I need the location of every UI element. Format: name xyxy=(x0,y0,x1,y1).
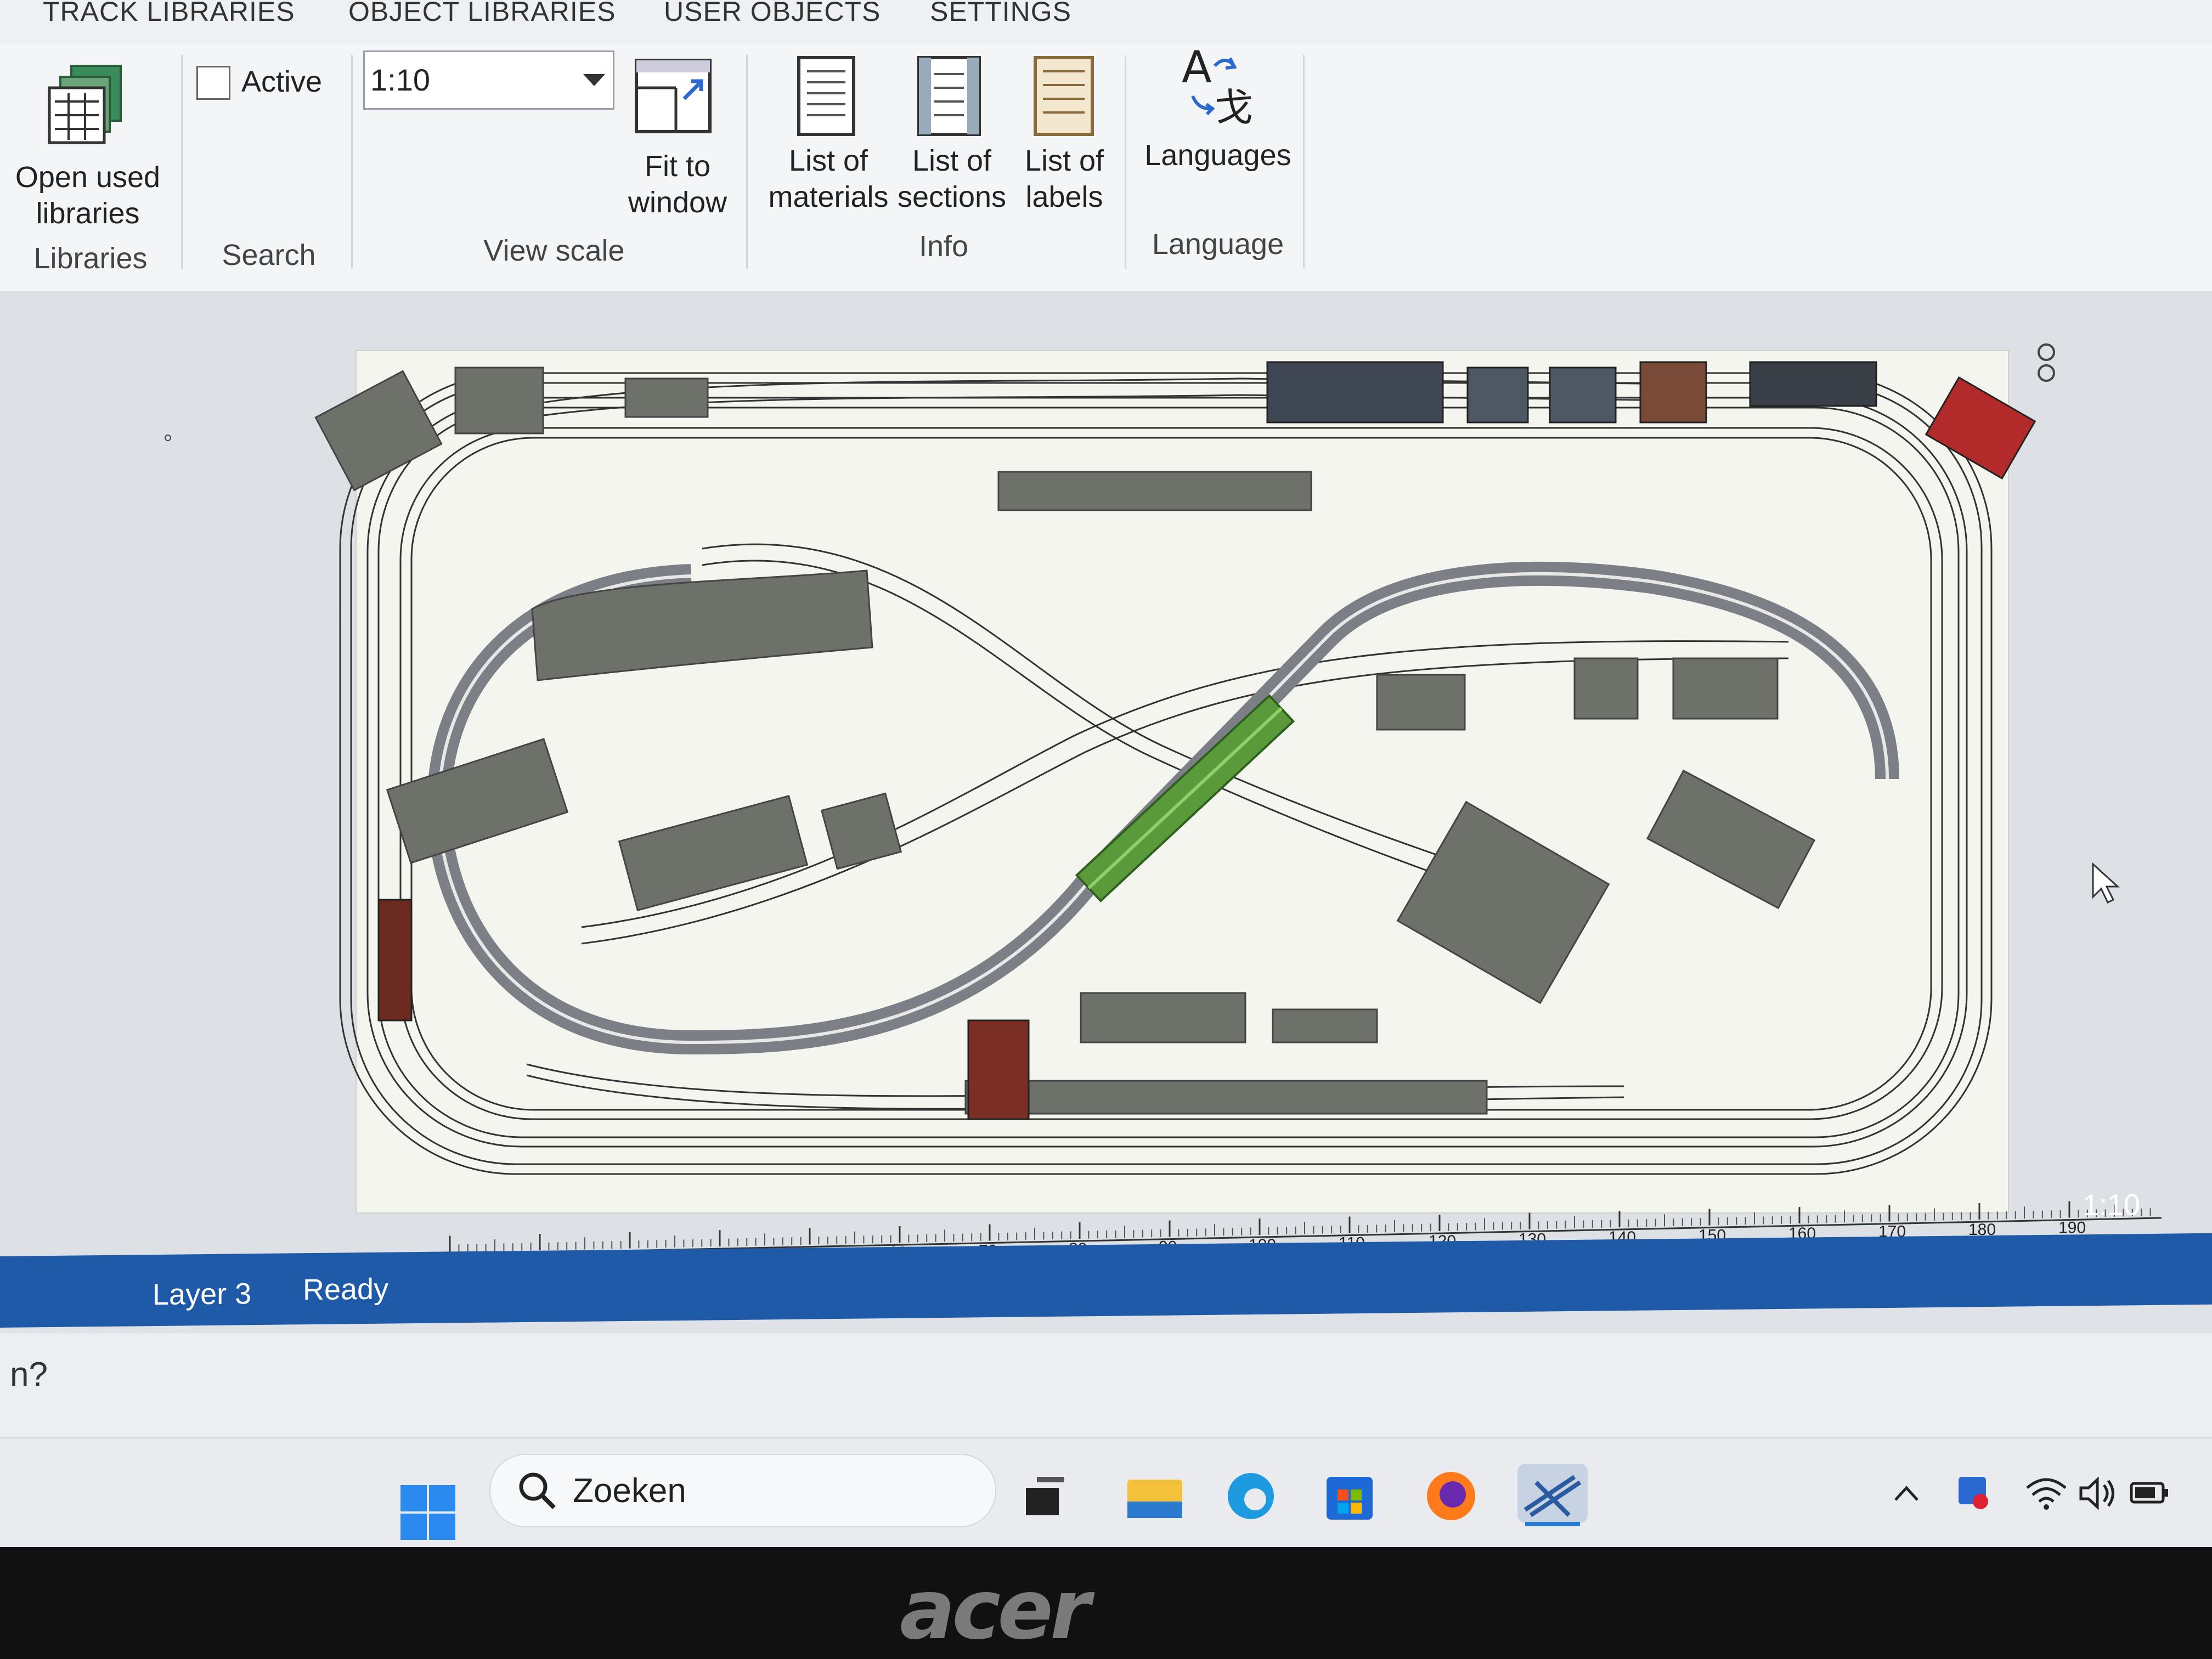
search-placeholder: Zoeken xyxy=(573,1472,686,1510)
building[interactable] xyxy=(997,471,1312,511)
building[interactable] xyxy=(1080,992,1246,1043)
track-layout-plan[interactable] xyxy=(307,351,2052,1196)
status-layer[interactable]: Layer 3 xyxy=(153,1277,251,1312)
group-label-search: Search xyxy=(222,239,316,272)
train-wagon[interactable] xyxy=(1266,361,1444,424)
search-active-label: Active xyxy=(241,65,323,98)
sections-list-icon xyxy=(917,56,981,136)
task-view-icon[interactable] xyxy=(1020,1471,1070,1521)
list-of-materials-label-2: materials xyxy=(768,180,889,213)
brown-wagon[interactable] xyxy=(377,899,413,1022)
fit-window-icon xyxy=(635,59,712,133)
status-scale: 1:10 xyxy=(2083,1188,2141,1222)
ribbon-separator xyxy=(1303,55,1305,269)
taskbar-search-box[interactable]: Zoeken xyxy=(489,1454,996,1527)
monitor-bezel xyxy=(0,1547,2212,1659)
monitor-brand-logo: acer xyxy=(900,1562,1091,1658)
windows-taskbar xyxy=(0,1437,2212,1548)
chevron-up-icon[interactable] xyxy=(1893,1482,1920,1504)
building[interactable] xyxy=(386,738,569,864)
building[interactable] xyxy=(1396,800,1610,1005)
lower-window-area xyxy=(0,1333,2212,1437)
ribbon-separator xyxy=(181,55,183,269)
open-used-libraries-label-2: libraries xyxy=(36,197,140,230)
svg-text:A: A xyxy=(1182,44,1212,93)
train-wagon[interactable] xyxy=(1749,361,1877,407)
volume-icon[interactable] xyxy=(2076,1474,2120,1513)
list-of-materials-button[interactable]: List of materials xyxy=(763,49,889,225)
windows-start-icon[interactable] xyxy=(398,1482,458,1543)
tab-object-libraries[interactable]: OBJECT LIBRARIES xyxy=(348,0,616,27)
building[interactable] xyxy=(314,370,443,492)
labels-list-icon xyxy=(1034,56,1094,136)
partial-text: n? xyxy=(10,1356,48,1393)
wifi-icon[interactable] xyxy=(2024,1474,2068,1513)
battery-icon[interactable] xyxy=(2129,1477,2172,1510)
red-station-building[interactable] xyxy=(1925,376,2036,480)
train-wagon[interactable] xyxy=(1639,361,1707,424)
tab-track-libraries[interactable]: TRACK LIBRARIES xyxy=(43,0,295,27)
group-label-view-scale: View scale xyxy=(483,234,625,267)
tab-user-objects[interactable]: USER OBJECTS xyxy=(664,0,881,27)
translate-icon: A 戈 xyxy=(1182,44,1253,126)
view-scale-value: 1:10 xyxy=(370,63,430,97)
open-used-libraries-button[interactable]: Open used libraries xyxy=(5,55,170,230)
store-icon[interactable] xyxy=(1322,1469,1377,1523)
mouse-cursor-icon xyxy=(2092,862,2120,904)
fit-to-window-label-2: window xyxy=(628,186,727,219)
library-stack-icon xyxy=(48,65,122,144)
view-scale-select[interactable]: 1:10 xyxy=(363,50,614,110)
tray-app-icon[interactable] xyxy=(1953,1471,1997,1515)
edge-icon[interactable] xyxy=(1223,1469,1278,1523)
brown-roof-building[interactable] xyxy=(967,1019,1030,1120)
list-of-materials-label-1: List of xyxy=(788,144,868,177)
list-of-labels-label-1: List of xyxy=(1024,144,1104,177)
list-of-labels-button[interactable]: List of labels xyxy=(1012,49,1116,225)
list-of-sections-button[interactable]: List of sections xyxy=(891,49,1007,225)
building[interactable] xyxy=(1573,657,1639,720)
building[interactable] xyxy=(1272,1008,1378,1043)
ribbon: Open used libraries Libraries Active Sea… xyxy=(0,44,2212,292)
svg-text:戈: 戈 xyxy=(1215,85,1253,126)
firefox-icon[interactable] xyxy=(1421,1466,1481,1526)
ribbon-separator xyxy=(1125,55,1126,269)
file-explorer-icon[interactable] xyxy=(1125,1471,1185,1521)
status-state: Ready xyxy=(303,1272,389,1307)
tab-settings[interactable]: SETTINGS xyxy=(930,0,1071,27)
search-active-checkbox[interactable] xyxy=(196,66,230,100)
chevron-down-icon xyxy=(583,74,605,86)
building[interactable] xyxy=(618,794,809,912)
origin-marker-icon xyxy=(165,435,171,441)
building[interactable] xyxy=(820,792,902,870)
train-wagon[interactable] xyxy=(1549,366,1617,424)
list-of-sections-label-2: sections xyxy=(897,180,1007,213)
group-label-info: Info xyxy=(918,230,969,263)
building[interactable] xyxy=(1646,769,1816,910)
ribbon-separator xyxy=(746,55,748,269)
building[interactable] xyxy=(454,366,544,435)
ribbon-tabs: TRACK LIBRARIES OBJECT LIBRARIES USER OB… xyxy=(0,0,2212,45)
building[interactable] xyxy=(624,377,709,418)
search-icon xyxy=(519,1472,556,1509)
languages-label: Languages xyxy=(1144,139,1291,172)
building[interactable] xyxy=(1376,674,1466,731)
languages-button[interactable]: A 戈 Languages xyxy=(1136,44,1300,219)
track-planner-icon[interactable] xyxy=(1514,1460,1591,1526)
ribbon-separator xyxy=(351,55,353,269)
platform[interactable] xyxy=(964,1080,1488,1115)
open-used-libraries-label-1: Open used xyxy=(15,161,161,194)
group-label-libraries: Libraries xyxy=(33,242,148,275)
fit-to-window-label-1: Fit to xyxy=(644,150,711,183)
green-bridge[interactable] xyxy=(1075,694,1295,902)
document-list-icon xyxy=(797,56,855,136)
list-of-sections-label-1: List of xyxy=(912,144,992,177)
building[interactable] xyxy=(1672,657,1779,720)
list-of-labels-label-2: labels xyxy=(1025,180,1103,213)
train-wagon[interactable] xyxy=(1466,366,1529,424)
fit-to-window-button[interactable]: Fit to window xyxy=(614,49,735,225)
group-label-language: Language xyxy=(1152,228,1284,261)
